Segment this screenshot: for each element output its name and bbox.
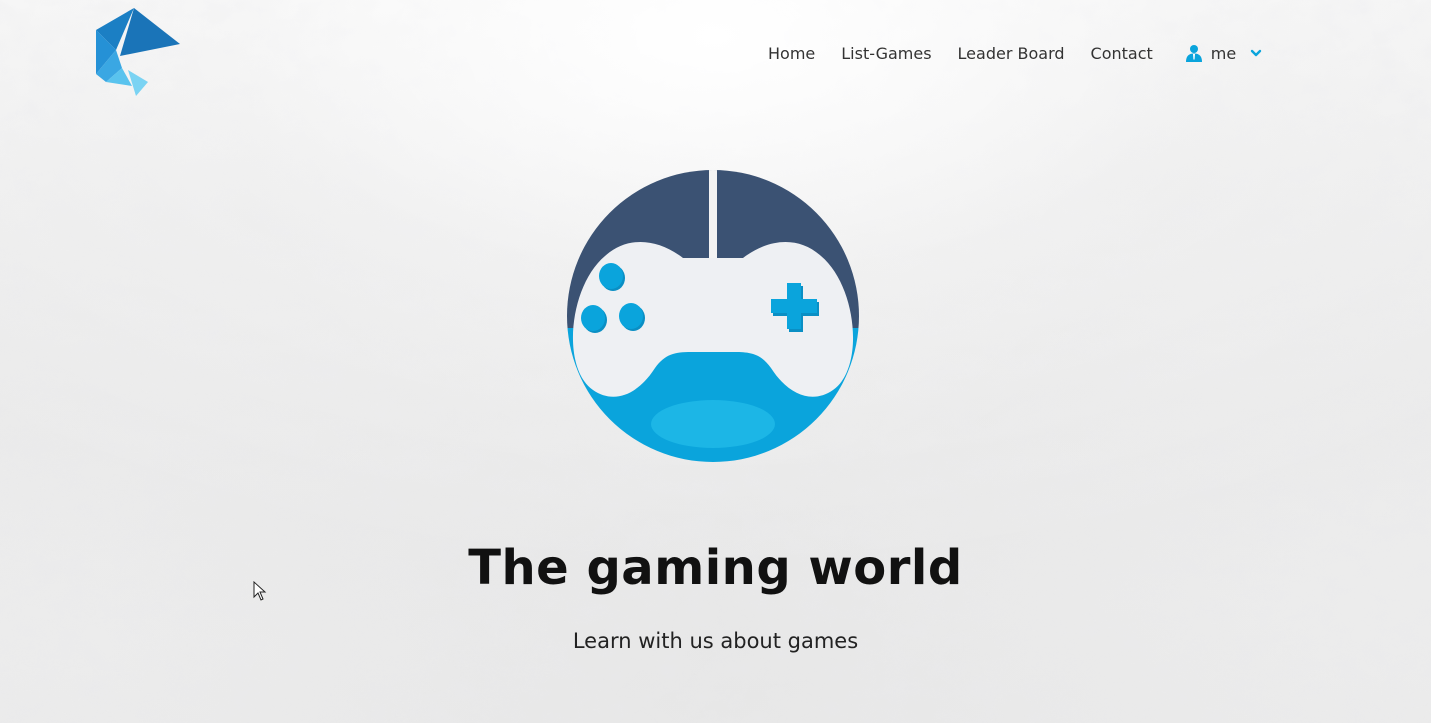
user-menu-label: me <box>1210 43 1237 63</box>
nav-list-games[interactable]: List-Games <box>841 44 931 63</box>
brand-logo[interactable] <box>92 4 184 98</box>
hero-subtitle: Learn with us about games <box>572 629 859 653</box>
user-icon <box>1185 45 1202 62</box>
gamepad-globe-icon <box>567 170 859 462</box>
main-nav: Home List-Games Leader Board Contact me <box>740 40 1262 66</box>
mouse-cursor-icon <box>253 581 267 601</box>
nav-contact[interactable]: Contact <box>1091 44 1153 63</box>
nav-leader-board[interactable]: Leader Board <box>958 44 1065 63</box>
user-menu[interactable]: me <box>1185 44 1262 63</box>
hero-title: The gaming world <box>468 540 963 596</box>
nav-home[interactable]: Home <box>768 44 815 63</box>
chevron-down-icon <box>1251 49 1262 57</box>
